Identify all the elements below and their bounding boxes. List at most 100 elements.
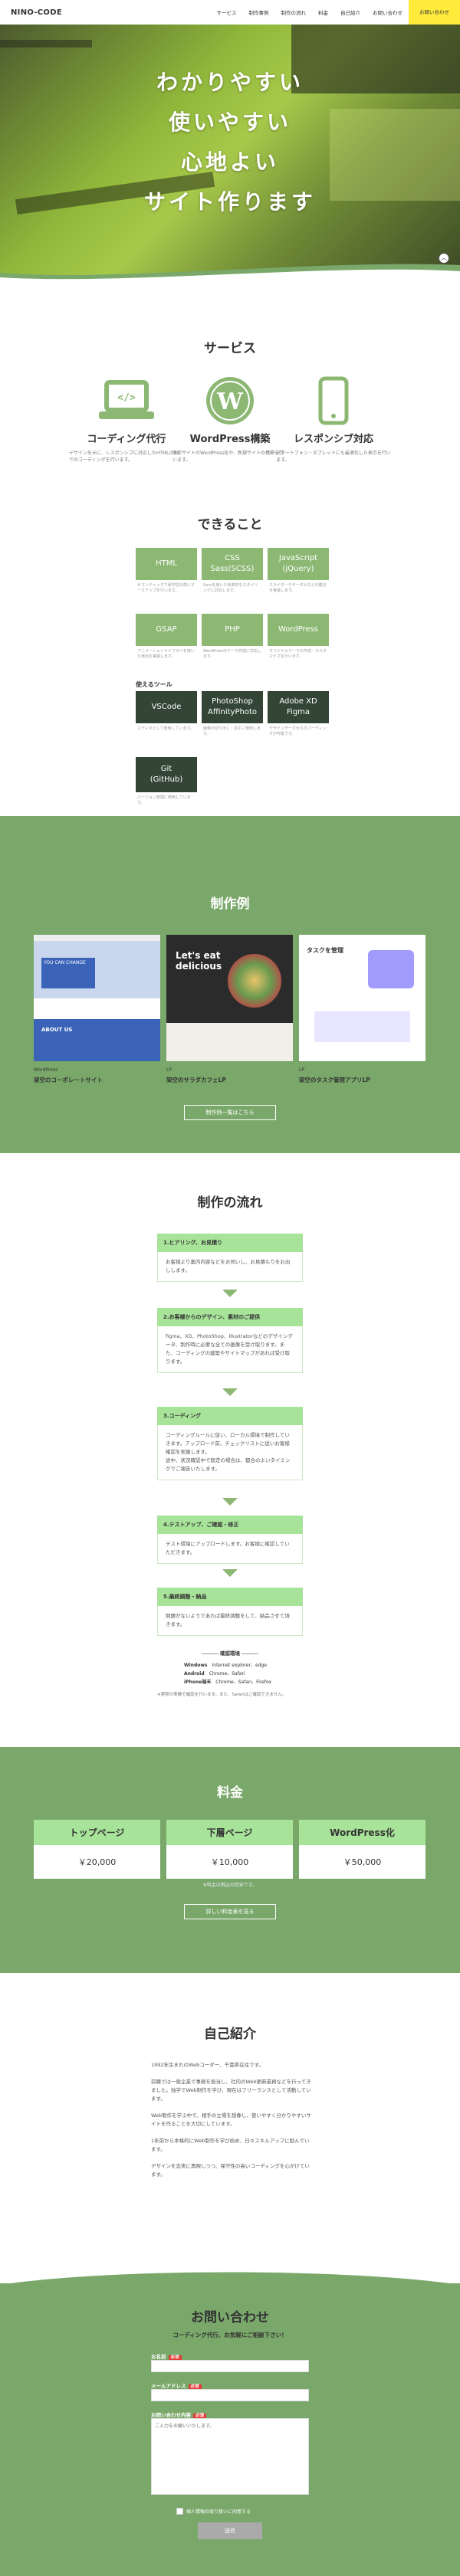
hero-copy: わかりやすい 使いやすい 心地よい サイト作ります xyxy=(0,63,460,222)
skill-label: GSAP xyxy=(136,614,197,646)
contact-lead: コーディング代行、お気軽にご相談下さい！ xyxy=(172,2332,288,2338)
field-label: メールアドレス xyxy=(151,2383,186,2389)
nav-item-works[interactable]: 制作事例 xyxy=(249,8,269,16)
nav-item-price[interactable]: 料金 xyxy=(318,8,328,16)
skills-title: できること xyxy=(197,517,263,533)
skill-name: HTML xyxy=(156,559,177,568)
work-name[interactable]: 架空のサラダカフェLP xyxy=(166,1076,293,1084)
hero-line: サイト作ります xyxy=(143,189,316,215)
price-value: ￥50,000 xyxy=(343,1857,382,1867)
work-thumbnail[interactable]: YOU CAN CHANGE ABOUT US xyxy=(34,935,160,1061)
skill-name: PHP xyxy=(225,625,240,634)
flow-title: 制作の流れ xyxy=(197,1195,263,1211)
contact-title: お問い合わせ xyxy=(191,2310,269,2325)
env-note: ※実際の実機で確認を行います。また、Safariはご確認できません。 xyxy=(157,1693,287,1697)
env-browsers: Internet explorer、edge xyxy=(212,1663,268,1668)
tool-label: VSCode xyxy=(136,691,197,723)
tool-desc: エディタとして使用しています。 xyxy=(137,726,194,731)
arrow-down-icon xyxy=(222,1290,238,1297)
skill-desc: セマンティックで保守性の高いマークアップを行います。 xyxy=(137,583,195,593)
price-value: ￥20,000 xyxy=(77,1857,117,1867)
skill-desc: オリジナルテーマの作成・カスタマイズを行います。 xyxy=(269,649,327,659)
nav-item-services[interactable]: サービス xyxy=(217,8,237,16)
email-label: メールアドレス 必須 xyxy=(151,2381,202,2389)
nav-item-profile[interactable]: 自己紹介 xyxy=(340,8,360,16)
works-more-button[interactable]: 制作例一覧はこちら xyxy=(184,1105,276,1120)
work-tag: WordPress xyxy=(34,1067,58,1073)
work-card[interactable]: タスクを管理 LP 架空のタスク管理アプリLP xyxy=(299,935,426,1084)
price-detail-button[interactable]: 詳しい料金表を見る xyxy=(184,1904,276,1919)
work-tag: LP xyxy=(166,1067,172,1073)
work-card[interactable]: YOU CAN CHANGE ABOUT US WordPress 架空のコーポ… xyxy=(34,935,160,1084)
thumb-heading: ABOUT US xyxy=(41,1027,73,1033)
flow-step-text: お客様より案内内容などをお伺いし、お見積もりをお出しします。 xyxy=(157,1252,303,1282)
price-name: トップページ xyxy=(34,1820,160,1845)
header-cta-button[interactable]: お問い合わせ xyxy=(409,0,460,25)
tools-title: 使えるツール xyxy=(136,681,172,688)
price-card: WordPress化 ￥50,000 xyxy=(299,1820,426,1879)
name-label: お名前 必須 xyxy=(151,2352,182,2360)
price-card: トップページ ￥20,000 xyxy=(34,1820,160,1879)
tool-name: Adobe XD Figma xyxy=(279,697,317,716)
work-thumbnail[interactable]: タスクを管理 xyxy=(299,935,426,1061)
work-tag: LP xyxy=(299,1067,304,1073)
tool-name: PhotoShop AffinityPhoto xyxy=(208,697,257,716)
skill-desc: WordPressのテーマ作成に対応します。 xyxy=(203,649,262,659)
profile-paragraph: 1992年生まれのWebコーダー、千葉県在住です。 xyxy=(151,2062,264,2068)
hero-section: わかりやすい 使いやすい 心地よい サイト作ります xyxy=(0,25,460,281)
skill-name: CSS Sass(SCSS) xyxy=(210,554,255,573)
skill-label: HTML xyxy=(136,548,197,580)
works-title: 制作例 xyxy=(210,896,250,912)
skill-desc: アニメーションライブラリを用いた演出を実装します。 xyxy=(137,649,195,659)
skill-label: WordPress xyxy=(268,614,329,646)
price-value: ￥10,000 xyxy=(210,1857,249,1867)
flow-step: 5.最終調整・納品 問題がないようであれば最終調整をして、納品させて頂きます。 xyxy=(157,1588,303,1636)
price-name: 下層ページ xyxy=(166,1820,293,1845)
flow-step-text: コーディングルールに従い、ローカル環境で制作していきます。アップロード前、チェッ… xyxy=(157,1425,303,1480)
tool-name: VSCode xyxy=(151,703,182,711)
price-card: 下層ページ ￥10,000 xyxy=(166,1820,293,1879)
chevron-up-icon[interactable]: ︿ xyxy=(439,253,449,264)
privacy-checkbox[interactable] xyxy=(176,2508,183,2515)
site-header: NINO-CODE サービス 制作事例 制作の流れ 料金 自己紹介 お問い合わせ… xyxy=(0,0,460,25)
skill-card: GSAP アニメーションライブラリを用いた演出を実装します。 xyxy=(136,614,197,680)
tool-card: VSCode エディタとして使用しています。 xyxy=(136,691,197,757)
flow-step: 2.お客様からのデザイン、素材のご提供 figma、XD、PhotoShop、I… xyxy=(157,1308,303,1373)
work-name[interactable]: 架空のコーポレートサイト xyxy=(34,1076,160,1084)
thumb-heading: Let's eat delicious xyxy=(176,950,222,972)
env-title-text: 確認環境 xyxy=(220,1650,240,1657)
tool-card: Adobe XD Figma デザインデータからのコーディングが可能です。 xyxy=(268,691,329,757)
skill-card: WordPress オリジナルテーマの作成・カスタマイズを行います。 xyxy=(268,614,329,680)
name-field[interactable] xyxy=(151,2360,309,2372)
nav-item-flow[interactable]: 制作の流れ xyxy=(281,8,307,16)
hero-wave xyxy=(0,264,460,281)
field-label: お問い合わせ内容 xyxy=(151,2412,191,2418)
profile-paragraph: 前職では一般企業で事務を担当し、社内のWeb更新業務などを行ってきました。独学で… xyxy=(151,2079,311,2102)
flow-step-text: 問題がないようであれば最終調整をして、納品させて頂きます。 xyxy=(157,1606,303,1636)
flow-step-text: テスト環境にアップロードします。お客様に確認していただきます。 xyxy=(157,1534,303,1564)
flow-step-title: 3.コーディング xyxy=(157,1407,303,1425)
price-title: 料金 xyxy=(217,1785,243,1801)
flow-step-text: figma、XD、PhotoShop、Illustratorなどのデザインデータ… xyxy=(157,1326,303,1373)
profile-paragraph: デザインを忠実に再現しつつ、保守性の高いコーディングを心がけています。 xyxy=(151,2163,310,2178)
env-browsers: Chrome、Safari xyxy=(209,1671,245,1676)
nav-item-contact[interactable]: お問い合わせ xyxy=(373,8,402,16)
skill-label: PHP xyxy=(202,614,263,646)
work-name[interactable]: 架空のタスク管理アプリLP xyxy=(299,1076,426,1084)
env-title: 確認環境 xyxy=(176,1649,284,1657)
profile-title: 自己紹介 xyxy=(204,2027,256,2042)
env-row: iPhone端末 Chrome、Safari、Firefox xyxy=(184,1678,271,1686)
work-thumbnail[interactable]: Let's eat delicious xyxy=(166,935,293,1061)
email-field[interactable] xyxy=(151,2389,309,2401)
skill-label: JavaScript (jQuery) xyxy=(268,548,329,580)
message-label: お問い合わせ内容 必須 xyxy=(151,2410,207,2418)
site-logo[interactable]: NINO-CODE xyxy=(11,8,62,17)
work-card[interactable]: Let's eat delicious LP 架空のサラダカフェLP xyxy=(166,935,293,1084)
field-label: お名前 xyxy=(151,2354,166,2360)
flow-step-title: 4.テストアップ、ご確認・修正 xyxy=(157,1516,303,1534)
svg-text:W: W xyxy=(216,388,244,415)
message-field[interactable] xyxy=(151,2418,309,2495)
flow-step: 1.ヒアリング、お見積り お客様より案内内容などをお伺いし、お見積もりをお出しし… xyxy=(157,1234,303,1282)
env-os: Android xyxy=(184,1671,205,1676)
submit-button[interactable]: 送信 xyxy=(198,2522,262,2539)
